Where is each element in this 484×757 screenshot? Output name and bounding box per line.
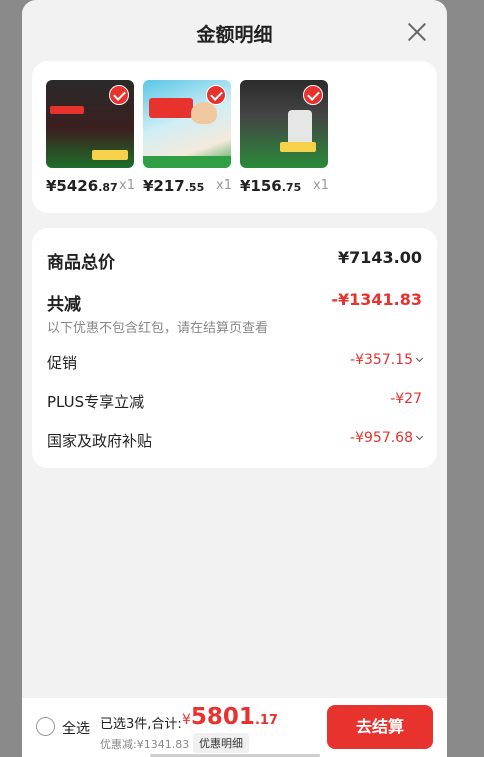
- discount-note: 以下优惠不包含红包，请在结算页查看: [47, 321, 269, 336]
- chevron-down-icon: [415, 432, 424, 441]
- select-all-radio[interactable]: [36, 717, 55, 736]
- amount-detail-sheet: 金额明细 ¥5426.87 x1 ¥217.55 x1 ¥156.75 x1 商…: [22, 0, 447, 757]
- close-icon[interactable]: [407, 22, 427, 42]
- cat-image: [191, 102, 217, 124]
- plus-discount-label: PLUS专享立减: [47, 393, 145, 411]
- total-price-label: 商品总价: [47, 253, 115, 273]
- product-thumbnail: [46, 80, 134, 168]
- subsidy-label: 国家及政府补贴: [47, 432, 153, 450]
- total-price-value: ¥7143.00: [337, 248, 422, 267]
- product-item[interactable]: ¥217.55 x1: [143, 80, 232, 195]
- product-item[interactable]: ¥5426.87 x1: [46, 80, 135, 195]
- product-thumbnail: [240, 80, 328, 168]
- checkout-footer: 全选 已选3件,合计: ¥5801.17 优惠减:¥1341.83 优惠明细 去…: [22, 698, 447, 757]
- discount-total-label: 共减: [47, 295, 81, 315]
- chevron-down-icon: [415, 354, 424, 363]
- promo-tag-shape: [149, 98, 193, 118]
- promo-tag-shape: [280, 142, 316, 152]
- product-thumbnail: [143, 80, 231, 168]
- promotion-label: 促销: [47, 354, 78, 372]
- promo-tag-shape: [143, 156, 231, 168]
- product-list-card: ¥5426.87 x1 ¥217.55 x1 ¥156.75 x1: [32, 61, 437, 213]
- discount-detail-link[interactable]: 优惠明细: [193, 733, 249, 753]
- plus-discount-value: -¥27: [390, 391, 422, 407]
- total-amount: ¥5801.17: [182, 704, 278, 730]
- discount-summary: 优惠减:¥1341.83: [100, 738, 190, 751]
- checkout-button[interactable]: 去结算: [327, 705, 433, 749]
- product-quantity: x1: [313, 178, 329, 193]
- product-quantity: x1: [119, 178, 135, 193]
- promo-tag-shape: [50, 106, 84, 114]
- discount-total-value: -¥1341.83: [331, 290, 422, 309]
- checked-icon[interactable]: [109, 85, 129, 105]
- product-item[interactable]: ¥156.75 x1: [240, 80, 329, 195]
- promo-tag-shape: [92, 150, 128, 160]
- product-quantity: x1: [216, 178, 232, 193]
- selected-summary: 已选3件,合计:: [100, 717, 182, 732]
- sheet-title: 金额明细: [196, 24, 273, 46]
- promotion-value: -¥357.15: [350, 352, 424, 368]
- price-summary-card: 商品总价 ¥7143.00 共减 -¥1341.83 以下优惠不包含红包，请在结…: [32, 228, 437, 468]
- select-all-label[interactable]: 全选: [62, 718, 90, 738]
- checked-icon[interactable]: [303, 85, 323, 105]
- subsidy-value: -¥957.68: [350, 430, 424, 446]
- checked-icon[interactable]: [206, 85, 226, 105]
- sheet-header: 金额明细: [22, 14, 447, 50]
